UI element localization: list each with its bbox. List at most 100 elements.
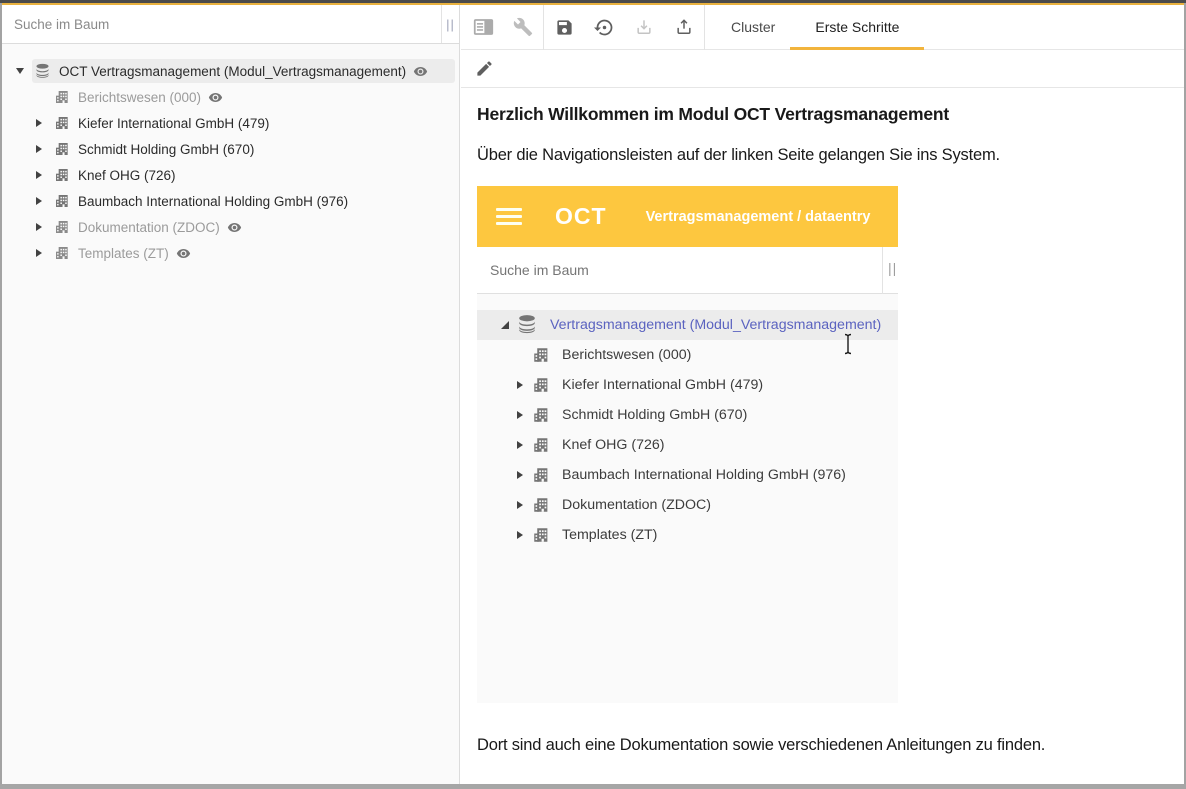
page-title: Herzlich Willkommen im Modul OCT Vertrag… [477, 104, 1184, 125]
building-icon [532, 376, 550, 394]
tree-row[interactable]: Templates (ZT) [2, 240, 459, 266]
pane-resize-handle[interactable]: || [442, 17, 459, 32]
visibility-eye-icon[interactable] [208, 90, 223, 105]
tab-cluster[interactable]: Cluster [716, 5, 790, 50]
text-cursor-icon [842, 333, 854, 355]
navigation-tree-panel: || OCT Vertragsmanagement (Modul_Vertrag… [2, 5, 460, 784]
tree-row[interactable]: Schmidt Holding GmbH (670) [2, 136, 459, 162]
restore-history-icon [594, 17, 615, 38]
upload-button[interactable] [664, 5, 704, 50]
restore-button[interactable] [584, 5, 624, 50]
window-border-bottom [0, 784, 1186, 789]
screenshot-tree-row: Baumbach International Holding GmbH (976… [477, 460, 898, 490]
outro-paragraph: Dort sind auch eine Dokumentation sowie … [477, 736, 1184, 755]
screenshot-app-header: OCT Vertragsmanagement / dataentry [477, 186, 898, 247]
save-button[interactable] [544, 5, 584, 50]
screenshot-tree-row: Kiefer International GmbH (479) [477, 370, 898, 400]
tree-node-label: OCT Vertragsmanagement (Modul_Vertragsma… [59, 64, 406, 79]
building-icon [532, 496, 550, 514]
main-panel: Cluster Erste Schritte Herzlich Willkomm… [461, 5, 1184, 784]
chevron-collapsed-icon[interactable] [36, 119, 42, 127]
screenshot-resize-handle: || [888, 260, 897, 276]
screenshot-search-row: Suche im Baum || [477, 247, 898, 294]
download-button[interactable] [624, 5, 664, 50]
screenshot-tree: Vertragsmanagement (Modul_Vertragsmanage… [477, 294, 898, 550]
database-icon [34, 63, 51, 80]
chevron-expanded-icon[interactable] [16, 68, 24, 74]
building-icon [532, 436, 550, 454]
screenshot-divider [882, 247, 883, 294]
details-panel-icon [473, 18, 494, 36]
edit-pencil-icon[interactable] [475, 59, 494, 78]
details-panel-button[interactable] [463, 5, 503, 50]
tree-row[interactable]: Kiefer International GmbH (479) [2, 110, 459, 136]
building-icon [532, 526, 550, 544]
building-icon [54, 167, 70, 183]
tree-row[interactable]: Baumbach International Holding GmbH (976… [2, 188, 459, 214]
download-icon [634, 17, 654, 37]
navigation-tree: OCT Vertragsmanagement (Modul_Vertragsma… [2, 44, 459, 266]
building-icon [54, 141, 70, 157]
window-border-left [0, 3, 2, 789]
chevron-collapsed-icon[interactable] [36, 249, 42, 257]
tree-row[interactable]: .win{fill:#fafafa} Berichtswesen (000) [2, 84, 459, 110]
hamburger-menu-icon [496, 208, 522, 225]
chevron-collapsed-icon [517, 381, 523, 389]
tree-node-label: Schmidt Holding GmbH (670) [78, 142, 254, 157]
building-icon [54, 115, 70, 131]
chevron-collapsed-icon [517, 441, 523, 449]
chevron-expanded-icon [501, 321, 509, 329]
chevron-collapsed-icon[interactable] [36, 145, 42, 153]
visibility-eye-icon[interactable] [227, 220, 242, 235]
tree-row[interactable]: Knef OHG (726) [2, 162, 459, 188]
wrench-icon [513, 17, 533, 37]
tab-erste-schritte[interactable]: Erste Schritte [790, 5, 924, 50]
tree-node-label: Dokumentation (ZDOC) [78, 220, 220, 235]
building-icon [54, 219, 70, 235]
building-icon [532, 406, 550, 424]
upload-icon [674, 17, 694, 37]
building-icon [54, 245, 70, 261]
embedded-screenshot: OCT Vertragsmanagement / dataentry Suche… [477, 186, 898, 703]
intro-paragraph: Über die Navigationsleisten auf der link… [477, 146, 1184, 165]
screenshot-search-placeholder: Suche im Baum [490, 262, 898, 278]
tree-row-root[interactable]: OCT Vertragsmanagement (Modul_Vertragsma… [2, 58, 459, 84]
edit-row [461, 50, 1184, 88]
building-icon [532, 346, 550, 364]
tree-node-label: Kiefer International GmbH (479) [78, 116, 269, 131]
tab-bar: Cluster Erste Schritte [716, 5, 924, 50]
screenshot-logo: OCT [555, 203, 607, 230]
tree-search-row: || [2, 5, 459, 44]
chevron-collapsed-icon[interactable] [36, 197, 42, 205]
chevron-collapsed-icon[interactable] [36, 223, 42, 231]
screenshot-tree-row: Dokumentation (ZDOC) [477, 490, 898, 520]
chevron-collapsed-icon [517, 471, 523, 479]
application-window: || OCT Vertragsmanagement (Modul_Vertrag… [0, 0, 1186, 789]
visibility-eye-icon[interactable] [413, 64, 428, 79]
screenshot-tree-row: Berichtswesen (000) [477, 340, 898, 370]
screenshot-breadcrumb: Vertragsmanagement / dataentry [646, 209, 871, 225]
save-floppy-icon [555, 18, 574, 37]
tree-row[interactable]: Dokumentation (ZDOC) [2, 214, 459, 240]
tree-search-input[interactable] [2, 5, 442, 43]
chevron-collapsed-icon [517, 531, 523, 539]
toolbar-divider [704, 5, 705, 50]
welcome-content: Herzlich Willkommen im Modul OCT Vertrag… [461, 104, 1184, 755]
accent-top-line [0, 3, 1186, 5]
screenshot-tree-row: Vertragsmanagement (Modul_Vertragsmanage… [477, 310, 898, 340]
screenshot-tree-row: Templates (ZT) [477, 520, 898, 550]
tree-node-label: Baumbach International Holding GmbH (976… [78, 194, 348, 209]
tree-node-label: Templates (ZT) [78, 246, 169, 261]
screenshot-tree-row: Knef OHG (726) [477, 430, 898, 460]
chevron-collapsed-icon [517, 501, 523, 509]
visibility-eye-icon[interactable] [176, 246, 191, 261]
tree-node-label: Berichtswesen (000) [78, 90, 201, 105]
tree-node-label: Knef OHG (726) [78, 168, 176, 183]
building-icon [54, 193, 70, 209]
toolbar: Cluster Erste Schritte [461, 5, 1184, 50]
chevron-collapsed-icon[interactable] [36, 171, 42, 179]
building-icon: .win{fill:#fafafa} [54, 89, 70, 105]
settings-wrench-button[interactable] [503, 5, 543, 50]
chevron-collapsed-icon [517, 411, 523, 419]
screenshot-tree-row: Schmidt Holding GmbH (670) [477, 400, 898, 430]
